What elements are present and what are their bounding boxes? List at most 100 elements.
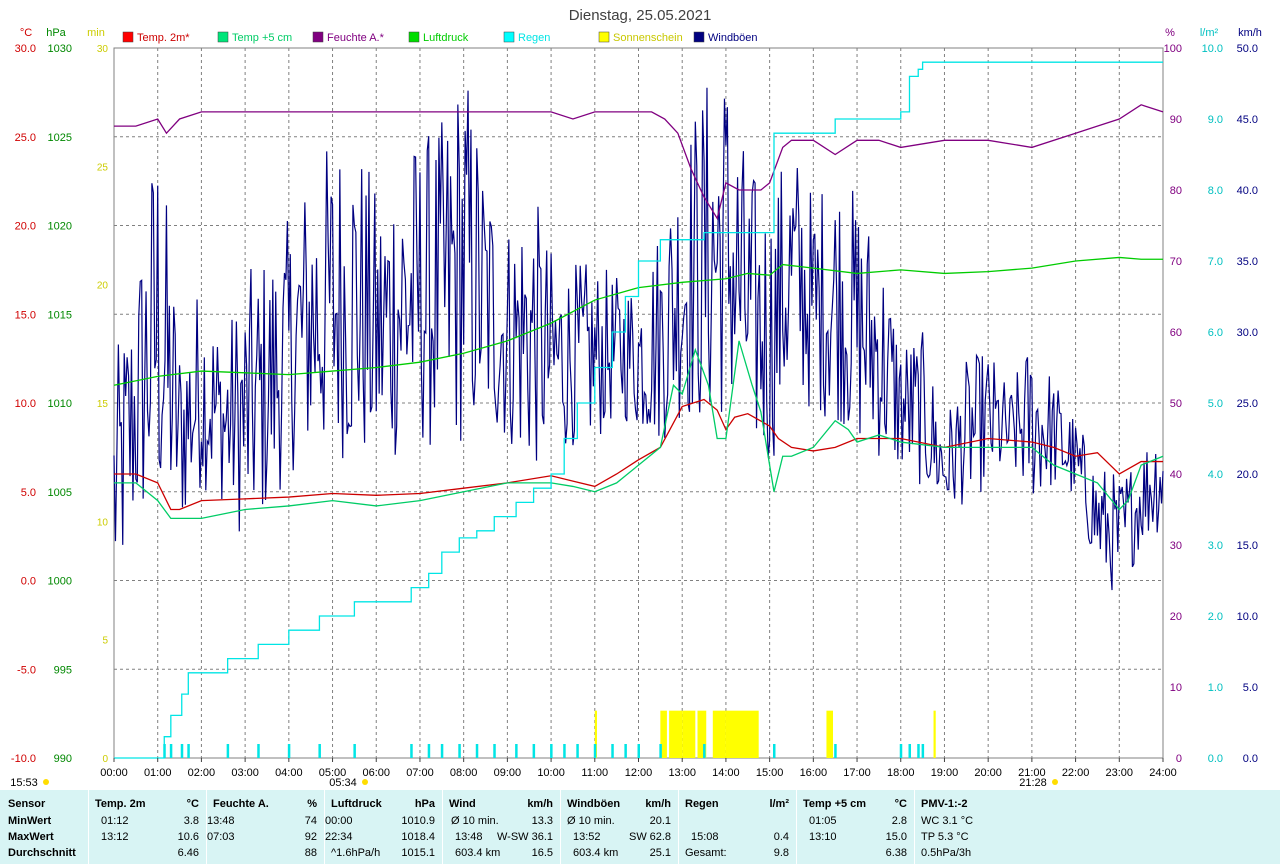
pressure-tick-7: 995 [54, 664, 72, 676]
rain-tick-7 [226, 744, 230, 758]
rain-tick-24 [593, 744, 597, 758]
hdr-wind-unit: km/h [527, 798, 553, 810]
press-max-time: 22:34 [325, 831, 353, 843]
legend-swatch-sonnenschein [598, 31, 610, 43]
sun_min-tick-4: 10 [97, 517, 109, 528]
hdr-humidity-unit: % [307, 798, 317, 810]
gust-min-label: Ø 10 min. [567, 815, 615, 827]
sun_min-tick-1: 25 [97, 162, 109, 173]
pressure-tick-4: 1010 [48, 398, 72, 410]
humidity-tick-8: 20 [1170, 611, 1182, 623]
t5-min-value: 2.8 [891, 815, 907, 827]
temp-tick-1: 25.0 [15, 132, 36, 144]
wind-tick-8: 10.0 [1237, 611, 1258, 623]
x-tick-label-11: 11:00 [581, 767, 608, 779]
temp-tick-6: 0.0 [21, 576, 36, 588]
legend-label-regen: Regen [518, 32, 550, 44]
rain-tick-27 [637, 744, 640, 758]
sunshine-bar-3 [682, 710, 696, 758]
wind-unit-label: km/h [1238, 27, 1262, 39]
pmv-trend: 0.5hPa/3h [921, 847, 972, 859]
x-tick-label-18: 18:00 [887, 767, 915, 779]
rain-tick-30 [703, 744, 706, 758]
legend-label-sonnenschein: Sonnenschein [613, 32, 683, 44]
stats-col-gust: Windböen km/h Ø 10 min. 20.1 13:52 SW 62… [560, 790, 679, 864]
temp-tick-3: 15.0 [15, 309, 36, 321]
sun_min-tick-2: 20 [97, 281, 109, 292]
rain-tick-16 [458, 744, 461, 758]
rain-tick-4: 6.0 [1208, 327, 1223, 339]
hdr-pressure: Luftdruck [331, 798, 382, 810]
humidity-tick-4: 60 [1170, 327, 1182, 339]
temp-avg-value: 6.46 [177, 847, 199, 859]
humidity-tick-2: 80 [1170, 185, 1182, 197]
rain-tick-41 [908, 744, 911, 758]
wind-tick-7: 15.0 [1237, 540, 1258, 552]
rain-tick-3: 7.0 [1208, 256, 1223, 268]
wind-tick-2: 40.0 [1237, 185, 1258, 197]
press-min-value: 1010.9 [401, 815, 435, 827]
t5-avg-value: 6.38 [885, 847, 907, 859]
wind-avg-value: 16.5 [531, 847, 553, 859]
temp-tick-2: 20.0 [15, 221, 36, 233]
wind-tick-9: 5.0 [1243, 682, 1258, 694]
x-tick-label-19: 19:00 [931, 767, 959, 779]
x-tick-label-2: 02:00 [188, 767, 216, 779]
temp-max-value: 10.6 [177, 831, 199, 843]
temp-tick-0: 30.0 [15, 43, 36, 55]
sunshine-bar-7 [826, 710, 834, 758]
rain-tick-21 [550, 744, 553, 758]
x-tick-label-24: 24:00 [1149, 767, 1177, 779]
wind-tick-0: 50.0 [1237, 43, 1258, 55]
pressure-tick-0: 1030 [48, 43, 72, 55]
gust-min-value: 20.1 [649, 815, 671, 827]
sunset-marker-sun-icon [1052, 779, 1058, 785]
hdr-temp5: Temp +5 cm [803, 798, 867, 810]
rain-total-value: 9.8 [773, 847, 789, 859]
rain-tick-1: 9.0 [1208, 114, 1223, 126]
stats-col-pressure: Luftdruck hPa 00:00 1010.9 22:34 1018.4 … [324, 790, 443, 864]
hum-avg-value: 88 [304, 847, 317, 859]
x-tick-labels: 00:00 01:00 02:00 03:00 04:00 05:00 06:00 07:00… [100, 758, 1177, 779]
stats-col-temp: Temp. 2m °C 01:12 3.8 13:12 10.6 6.46 [88, 790, 207, 864]
press-max-value: 1018.4 [401, 831, 435, 843]
stats-col-temp5: Temp +5 cm °C 01:05 2.8 13:10 15.0 6.38 [796, 790, 915, 864]
x-tick-label-13: 13:00 [668, 767, 696, 779]
x-tick-label-14: 14:00 [712, 767, 740, 779]
rain-total-label: Gesamt: [685, 847, 727, 859]
wind-tick-6: 20.0 [1237, 469, 1258, 481]
legend-swatch-temp-5-cm [217, 31, 229, 43]
x-tick-label-12: 12:00 [625, 767, 653, 779]
rain-tick-0: 10.0 [1202, 43, 1223, 55]
rain-tick-4 [180, 744, 184, 758]
row-label-max: MaxWert [8, 831, 54, 843]
stats-table: Sensor MinWert MaxWert Durchschnitt Temp… [0, 790, 1280, 864]
x-tick-label-20: 20:00 [974, 767, 1002, 779]
sunrise-marker-sun-icon [362, 779, 368, 785]
gust-max-direction: SW [629, 831, 647, 843]
rain-max-value: 0.4 [773, 831, 789, 843]
wind-min-label: Ø 10 min. [451, 815, 499, 827]
temp-min-value: 3.8 [183, 815, 199, 827]
rain-tick-25 [611, 744, 614, 758]
pressure-tick-2: 1020 [48, 221, 72, 233]
rain-tick-26 [624, 744, 627, 758]
pressure-tick-3: 1015 [48, 309, 72, 321]
stats-col-rain: Regen l/m² 15:08 0.4 Gesamt: 9.8 [678, 790, 797, 864]
x-tick-label-22: 22:00 [1062, 767, 1090, 779]
humidity-tick-1: 90 [1170, 114, 1182, 126]
hdr-sensor: Sensor [8, 798, 46, 810]
legend-swatch-feuchte-a [312, 31, 324, 43]
hum-max-value: 92 [304, 831, 317, 843]
x-tick-label-15: 15:00 [756, 767, 784, 779]
sun_min-tick-0: 30 [97, 44, 109, 55]
x-tick-label-8: 08:00 [450, 767, 478, 779]
rain-tick-42 [917, 744, 920, 758]
x-tick-label-16: 16:00 [800, 767, 828, 779]
rain-tick-20 [532, 744, 536, 758]
x-tick-label-1: 01:00 [144, 767, 172, 779]
press-min-time: 00:00 [325, 815, 353, 827]
rain-tick-15 [440, 744, 444, 758]
x-tick-label-17: 17:00 [843, 767, 871, 779]
legend-label-feuchte-a: Feuchte A.* [327, 32, 385, 44]
